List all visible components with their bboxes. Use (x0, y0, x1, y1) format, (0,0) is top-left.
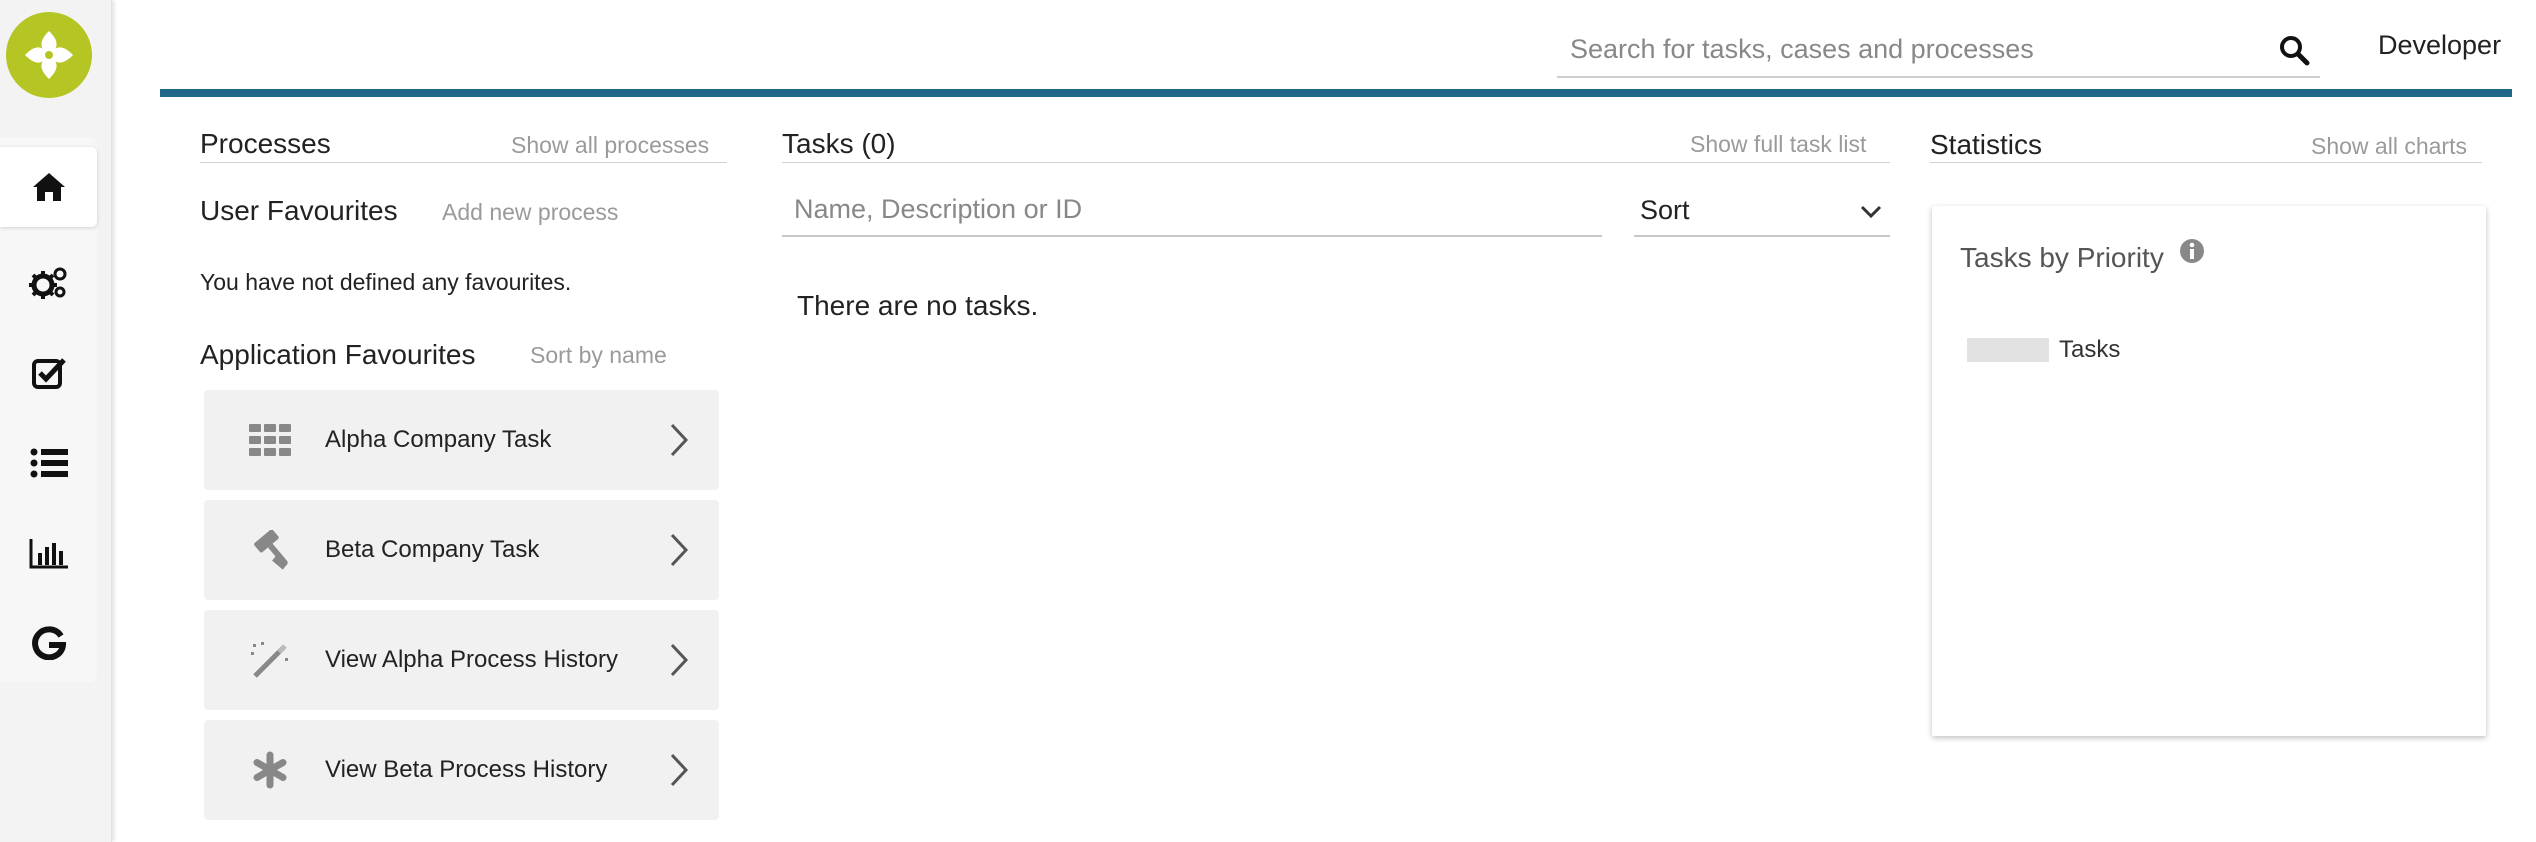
favourite-item[interactable]: View Alpha Process History (204, 610, 719, 710)
gavel-icon (248, 530, 292, 570)
chevron-right-icon (670, 423, 689, 457)
sidebar-item-processes[interactable] (0, 243, 97, 323)
favourite-item[interactable]: Alpha Company Task (204, 390, 719, 490)
favourite-item[interactable]: Beta Company Task (204, 500, 719, 600)
google-icon (31, 626, 66, 660)
sidebar-item-home[interactable] (0, 147, 97, 227)
chevron-right-icon (670, 753, 689, 787)
leaf-logo-icon (25, 31, 73, 79)
task-filter (782, 185, 1602, 237)
favourite-label: Beta Company Task (325, 536, 540, 563)
chevron-right-icon (670, 533, 689, 567)
header-accent-bar (160, 89, 2512, 97)
tasks-by-priority-card: Tasks by Priority Tasks (1932, 206, 2486, 736)
favourite-label: View Beta Process History (325, 756, 608, 783)
favourite-label: Alpha Company Task (325, 426, 552, 453)
sort-by-name-link[interactable]: Sort by name (530, 342, 667, 369)
show-all-processes-link[interactable]: Show all processes (511, 132, 709, 159)
sidebar-nav (0, 137, 97, 682)
divider (200, 162, 727, 163)
task-filter-input[interactable] (782, 185, 1602, 233)
sort-label: Sort (1640, 195, 1690, 225)
check-square-icon (31, 358, 66, 389)
no-favourites-text: You have not defined any favourites. (200, 269, 572, 295)
divider (782, 162, 1890, 163)
no-tasks-message: There are no tasks. (797, 290, 1039, 321)
info-icon[interactable] (2179, 238, 2205, 264)
tasks-title: Tasks (0) (782, 128, 896, 159)
logo[interactable] (6, 12, 92, 98)
sidebar-item-google[interactable] (0, 603, 97, 683)
show-all-charts-link[interactable]: Show all charts (2311, 133, 2467, 160)
show-full-task-list-link[interactable]: Show full task list (1690, 131, 1866, 158)
statistics-title: Statistics (1930, 129, 2043, 160)
user-favourites-title: User Favourites (200, 195, 398, 226)
sidebar-item-cases[interactable] (0, 423, 97, 503)
chevron-down-icon (1860, 205, 1882, 219)
home-icon (32, 173, 65, 201)
sidebar-item-tasks[interactable] (0, 333, 97, 413)
search-input[interactable] (1557, 22, 2237, 76)
legend-label[interactable]: Tasks (2059, 336, 2120, 364)
gears-icon (28, 267, 66, 299)
grid-icon (248, 420, 292, 460)
favourite-item[interactable]: View Beta Process History (204, 720, 719, 820)
legend-swatch (1967, 338, 2049, 362)
sort-dropdown[interactable]: Sort (1634, 185, 1890, 237)
bar-chart-icon (29, 539, 68, 569)
list-icon (30, 448, 68, 478)
sidebar-item-statistics[interactable] (0, 513, 97, 593)
user-menu[interactable]: Developer (2378, 30, 2501, 61)
asterisk-icon (248, 750, 292, 790)
sidebar (0, 0, 112, 842)
add-new-process-link[interactable]: Add new process (442, 199, 618, 226)
favourite-label: View Alpha Process History (325, 646, 619, 673)
global-search (1557, 22, 2320, 78)
divider (1930, 162, 2482, 163)
search-icon[interactable] (2278, 34, 2310, 66)
card-title: Tasks by Priority (1960, 242, 2164, 273)
processes-title: Processes (200, 128, 331, 159)
chevron-right-icon (670, 643, 689, 677)
magic-wand-icon (248, 640, 292, 680)
application-favourites-title: Application Favourites (200, 339, 476, 370)
